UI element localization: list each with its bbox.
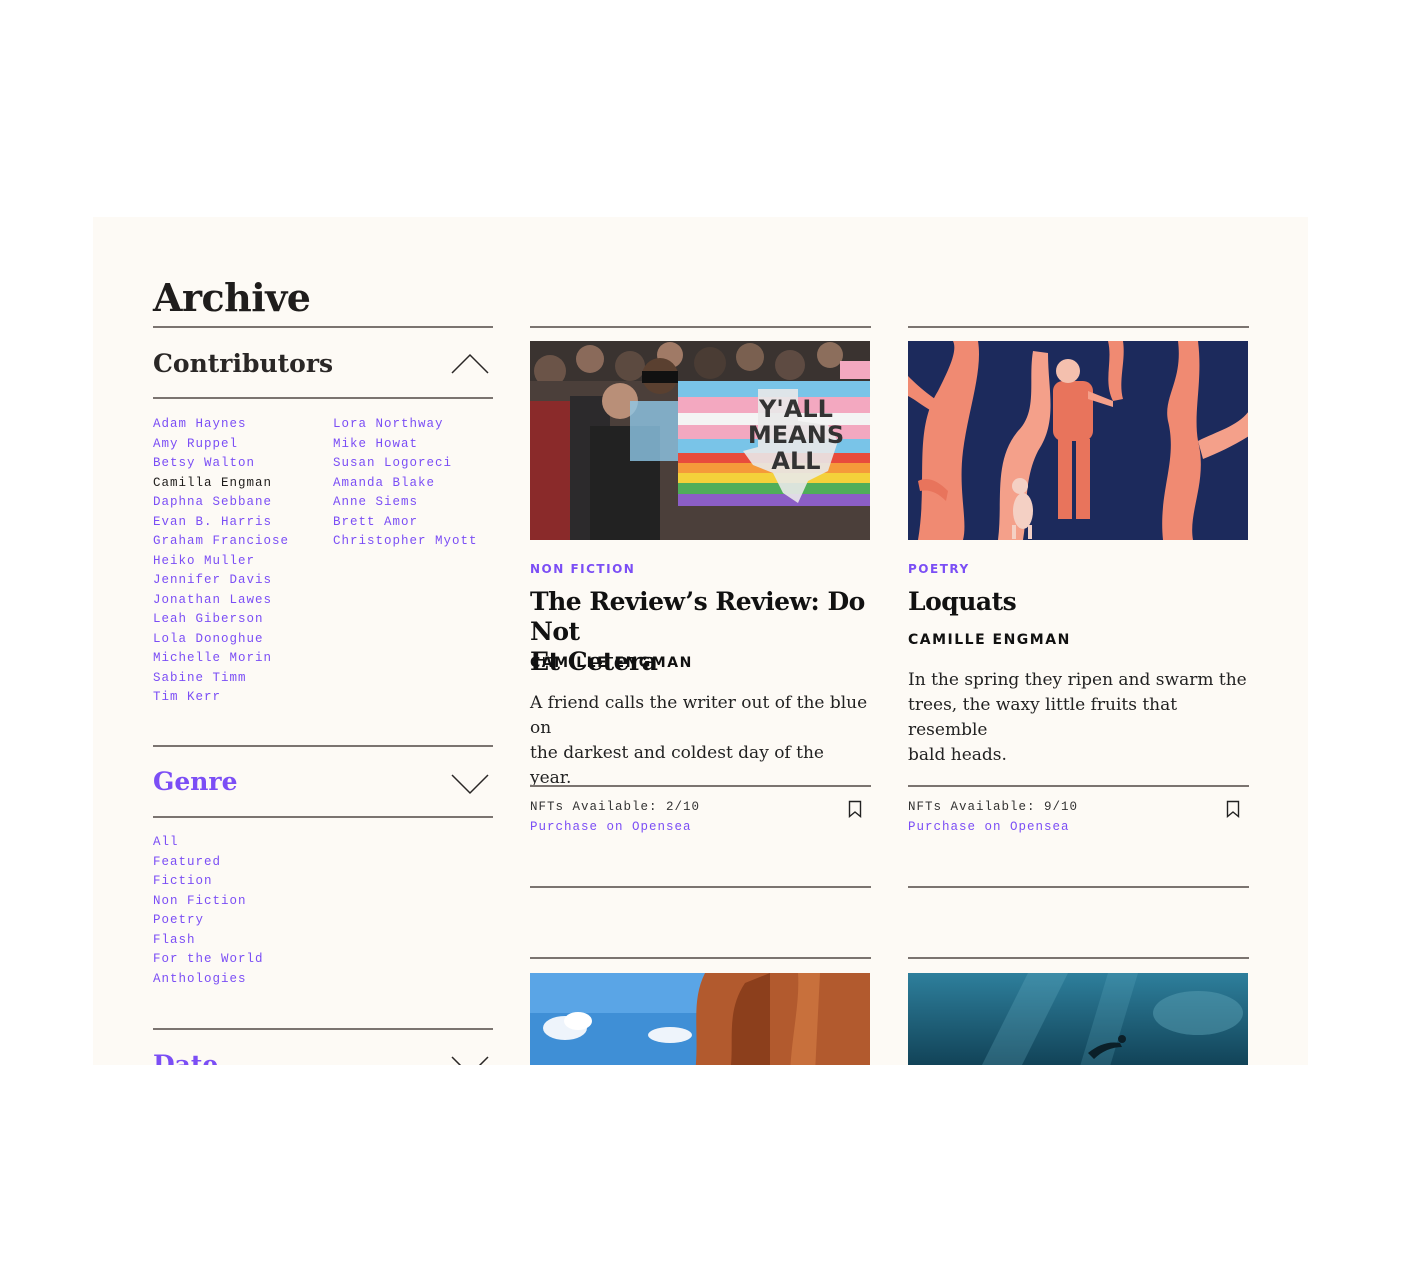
- nft-availability: NFTs Available: 2/10: [530, 800, 701, 814]
- blurb-line: A friend calls the writer out of the blu…: [530, 693, 868, 738]
- contributor-link[interactable]: Tim Kerr: [153, 688, 289, 708]
- genre-tag[interactable]: POETRY: [908, 562, 970, 576]
- card-blurb: In the spring they ripen and swarm the t…: [908, 668, 1248, 768]
- contributor-link[interactable]: Camilla Engman: [153, 474, 289, 494]
- divider: [153, 745, 493, 747]
- contributor-link[interactable]: Lola Donoghue: [153, 630, 289, 650]
- card-author[interactable]: CAMILLE ENGMAN: [530, 655, 693, 671]
- divider: [908, 326, 1249, 328]
- purchase-link[interactable]: Purchase on Opensea: [908, 820, 1070, 834]
- genre-filter-link[interactable]: Fiction: [153, 872, 264, 892]
- divider: [530, 886, 871, 888]
- genre-filter-link[interactable]: For the World: [153, 950, 264, 970]
- genre-list: All Featured Fiction Non Fiction Poetry Flash…: [153, 833, 264, 989]
- contributors-list-col2: Lora Northway Mike Howat Susan Logoreci Ama…: [333, 415, 478, 552]
- contributors-list-col1: Adam Haynes Amy Ruppel Betsy Walton Camilla…: [153, 415, 289, 708]
- chevron-down-icon[interactable]: [450, 1055, 490, 1065]
- contributor-link[interactable]: Mike Howat: [333, 435, 478, 455]
- date-heading[interactable]: Date: [153, 1050, 218, 1065]
- chevron-down-icon[interactable]: [450, 773, 490, 795]
- card-title[interactable]: Loquats: [908, 587, 1017, 617]
- sign-text: MEANS: [748, 421, 844, 449]
- divider: [153, 397, 493, 399]
- divider: [153, 1028, 493, 1030]
- page-title: Archive: [153, 275, 311, 320]
- contributor-link[interactable]: Anne Siems: [333, 493, 478, 513]
- sign-text: ALL: [771, 447, 820, 475]
- card-author[interactable]: CAMILLE ENGMAN: [908, 632, 1071, 648]
- blurb-line: In the spring they ripen and swarm the: [908, 670, 1247, 690]
- divider: [908, 886, 1249, 888]
- genre-filter-link[interactable]: Flash: [153, 931, 264, 951]
- contributor-link[interactable]: Amanda Blake: [333, 474, 478, 494]
- card-blurb: A friend calls the writer out of the blu…: [530, 691, 870, 791]
- contributor-link[interactable]: Lora Northway: [333, 415, 478, 435]
- blurb-line: bald heads.: [908, 745, 1007, 765]
- blurb-line: trees, the waxy little fruits that resem…: [908, 695, 1178, 740]
- contributor-link[interactable]: Evan B. Harris: [153, 513, 289, 533]
- card-image-loquats[interactable]: [908, 341, 1248, 540]
- contributor-link[interactable]: Brett Amor: [333, 513, 478, 533]
- divider: [153, 816, 493, 818]
- divider: [530, 957, 871, 959]
- blurb-line: the darkest and coldest day of the year.: [530, 743, 824, 788]
- contributor-link[interactable]: Sabine Timm: [153, 669, 289, 689]
- contributor-link[interactable]: Leah Giberson: [153, 610, 289, 630]
- genre-filter-link[interactable]: Featured: [153, 853, 264, 873]
- divider: [908, 957, 1249, 959]
- contributor-link[interactable]: Betsy Walton: [153, 454, 289, 474]
- card-image-canyon[interactable]: [530, 973, 870, 1065]
- divider: [530, 326, 871, 328]
- purchase-link[interactable]: Purchase on Opensea: [530, 820, 692, 834]
- sign-text: Y'ALL: [758, 395, 833, 423]
- bookmark-icon[interactable]: [848, 800, 862, 818]
- contributor-link[interactable]: Michelle Morin: [153, 649, 289, 669]
- contributor-link[interactable]: Daphna Sebbane: [153, 493, 289, 513]
- genre-filter-link[interactable]: Non Fiction: [153, 892, 264, 912]
- bookmark-icon[interactable]: [1226, 800, 1240, 818]
- nft-availability: NFTs Available: 9/10: [908, 800, 1079, 814]
- genre-heading[interactable]: Genre: [153, 767, 238, 796]
- genre-filter-link[interactable]: All: [153, 833, 264, 853]
- divider: [153, 326, 493, 328]
- divider: [530, 785, 871, 787]
- contributor-link[interactable]: Graham Franciose: [153, 532, 289, 552]
- card-image-protest[interactable]: Y'ALL MEANS ALL: [530, 341, 870, 540]
- contributor-link[interactable]: Susan Logoreci: [333, 454, 478, 474]
- contributor-link[interactable]: Amy Ruppel: [153, 435, 289, 455]
- genre-filter-link[interactable]: Anthologies: [153, 970, 264, 990]
- genre-filter-link[interactable]: Poetry: [153, 911, 264, 931]
- contributor-link[interactable]: Jonathan Lawes: [153, 591, 289, 611]
- card-title-line: The Review’s Review: Do Not: [530, 587, 865, 646]
- chevron-up-icon[interactable]: [450, 353, 490, 375]
- contributor-link[interactable]: Jennifer Davis: [153, 571, 289, 591]
- card-image-ocean[interactable]: [908, 973, 1248, 1065]
- contributors-heading[interactable]: Contributors: [153, 349, 333, 378]
- contributor-link[interactable]: Christopher Myott: [333, 532, 478, 552]
- archive-panel: Archive Contributors Adam Haynes Amy Rupp…: [93, 217, 1308, 1065]
- genre-tag[interactable]: NON FICTION: [530, 562, 635, 576]
- divider: [908, 785, 1249, 787]
- contributor-link[interactable]: Heiko Muller: [153, 552, 289, 572]
- contributor-link[interactable]: Adam Haynes: [153, 415, 289, 435]
